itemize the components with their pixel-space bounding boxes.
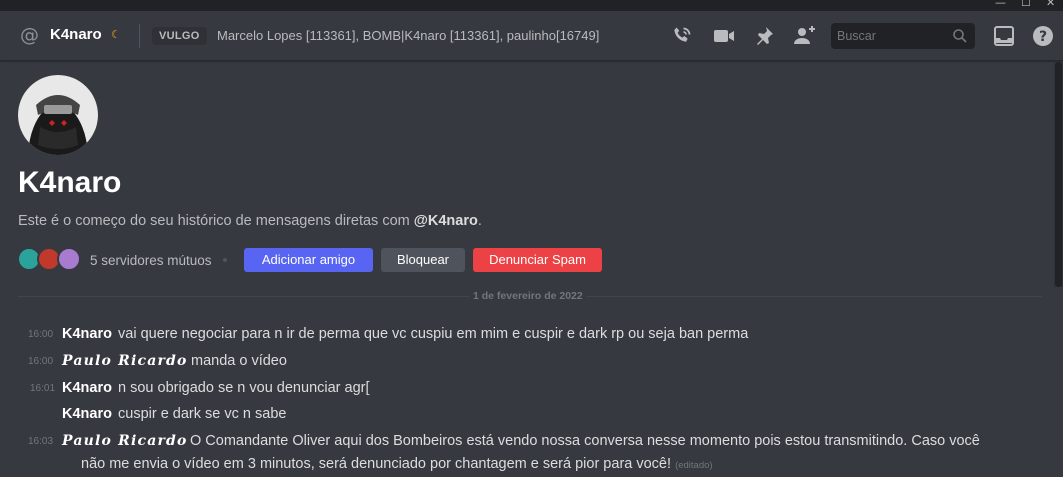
moon-icon: ☾: [111, 28, 121, 41]
date-divider-label: 1 de fevereiro de 2022: [469, 290, 587, 302]
message-text: cuspir e dark se vc n sabe: [118, 406, 287, 422]
scrollbar-thumb[interactable]: [1055, 62, 1062, 287]
group-members[interactable]: Marcelo Lopes [113361], BOMB|K4naro [113…: [217, 28, 599, 43]
message-author[interactable]: Paulo Ricardo: [62, 353, 188, 369]
intro-handle: @K4naro: [413, 213, 478, 229]
message-text-continued: não me envia o vídeo em 3 minutos, será …: [81, 456, 713, 472]
message-author[interactable]: K4naro: [62, 406, 112, 422]
profile-avatar[interactable]: [18, 75, 98, 155]
maximize-button[interactable]: ☐: [1021, 0, 1031, 9]
header-divider: [139, 24, 140, 48]
server-icon[interactable]: [57, 247, 81, 271]
dm-intro: Este é o começo do seu histórico de mens…: [18, 213, 482, 229]
message-text: O Comandante Oliver aqui dos Bombeiros e…: [190, 433, 980, 449]
channel-name[interactable]: K4naro: [50, 26, 102, 43]
video-icon[interactable]: [712, 24, 736, 48]
close-window-button[interactable]: ✕: [1046, 0, 1055, 9]
message-timestamp: 16:00: [28, 356, 54, 367]
phone-call-icon[interactable]: [670, 24, 694, 48]
message-timestamp: 16:01: [30, 383, 56, 394]
add-friend-button[interactable]: Adicionar amigo: [244, 248, 373, 272]
pin-icon[interactable]: [752, 24, 776, 48]
at-icon: @: [20, 24, 39, 46]
message-author[interactable]: Paulo Ricardo: [62, 433, 188, 449]
message-timestamp: 16:00: [28, 329, 54, 340]
help-icon[interactable]: ?: [1031, 24, 1055, 48]
intro-suffix: .: [477, 213, 482, 229]
nickname-tag: VULGO: [152, 27, 207, 45]
mutual-server-icons[interactable]: [17, 247, 83, 273]
profile-name: K4naro: [18, 166, 122, 199]
message-text: n sou obrigado se n vou denunciar agr[: [118, 380, 370, 396]
add-member-icon[interactable]: [792, 24, 816, 48]
message-text-line2: não me envia o vídeo em 3 minutos, será …: [81, 456, 672, 472]
chat-area: K4naro Este é o começo do seu histórico …: [0, 62, 1063, 477]
message-text: manda o vídeo: [191, 353, 287, 369]
message-author[interactable]: K4naro: [62, 326, 112, 342]
edited-marker: (editado): [675, 460, 713, 471]
minimize-button[interactable]: —: [995, 0, 1006, 9]
mutual-servers[interactable]: 5 servidores mútuos: [90, 253, 212, 268]
message-text: vai quere negociar para n ir de perma qu…: [118, 326, 749, 342]
channel-header: @ K4naro ☾ VULGO Marcelo Lopes [113361],…: [0, 11, 1063, 61]
search-input[interactable]: [837, 26, 947, 46]
svg-text:?: ?: [1039, 29, 1047, 45]
report-spam-button[interactable]: Denunciar Spam: [473, 248, 602, 272]
window-titlebar: — ☐ ✕: [0, 0, 1063, 11]
inbox-icon[interactable]: [992, 24, 1016, 48]
message-author[interactable]: K4naro: [62, 380, 112, 396]
message-timestamp: 16:03: [28, 436, 54, 447]
search-icon: [953, 29, 967, 43]
search-bar[interactable]: [831, 23, 975, 49]
block-button[interactable]: Bloquear: [381, 248, 465, 272]
separator-dot: [223, 258, 227, 262]
intro-prefix: Este é o começo do seu histórico de mens…: [18, 213, 414, 229]
